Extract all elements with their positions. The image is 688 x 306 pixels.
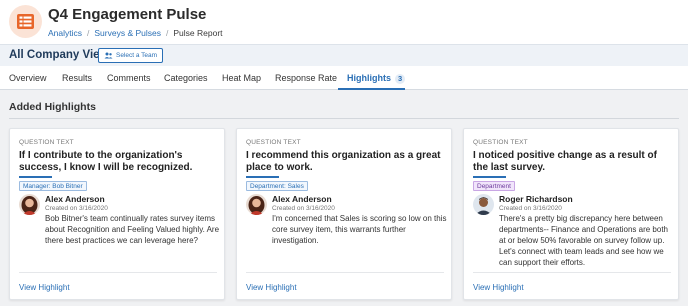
- avatar: [246, 194, 267, 215]
- highlight-card: QUESTION TEXT I noticed positive change …: [463, 128, 679, 300]
- select-team-button[interactable]: Select a Team: [98, 48, 164, 63]
- created-date: Created on 3/16/2020: [499, 205, 562, 212]
- page-title: Q4 Engagement Pulse: [48, 6, 207, 23]
- view-highlight-link[interactable]: View Highlight: [473, 283, 524, 292]
- filter-tag: Department: Sales: [246, 181, 308, 191]
- view-highlight-link[interactable]: View Highlight: [246, 283, 297, 292]
- card-divider: [246, 272, 444, 273]
- author-name: Alex Anderson: [45, 194, 105, 204]
- breadcrumb: Analytics / Surveys & Pulses / Pulse Rep…: [48, 28, 223, 38]
- tab-results[interactable]: Results: [62, 73, 92, 83]
- question-text: If I contribute to the organization's su…: [19, 150, 193, 173]
- filter-tag: Manager: Bob Bitner: [19, 181, 87, 191]
- tab-response-rate[interactable]: Response Rate: [275, 73, 337, 83]
- section-title: Added Highlights: [9, 101, 96, 113]
- tab-bar: Overview Results Comments Categories Hea…: [0, 66, 688, 90]
- question-underline: [19, 176, 52, 178]
- highlights-count-badge: 3: [395, 74, 406, 84]
- author-name: Alex Anderson: [272, 194, 332, 204]
- tab-highlights-label: Highlights: [347, 73, 391, 83]
- question-underline: [246, 176, 279, 178]
- tab-heat-map[interactable]: Heat Map: [222, 73, 261, 83]
- question-label: QUESTION TEXT: [246, 139, 301, 146]
- view-highlight-link[interactable]: View Highlight: [19, 283, 70, 292]
- breadcrumb-analytics[interactable]: Analytics: [48, 28, 82, 38]
- breadcrumb-separator: /: [166, 28, 169, 38]
- author-name: Roger Richardson: [499, 194, 573, 204]
- card-divider: [19, 272, 217, 273]
- question-label: QUESTION TEXT: [19, 139, 74, 146]
- section-divider: [9, 118, 679, 119]
- highlight-card: QUESTION TEXT If I contribute to the org…: [9, 128, 225, 300]
- question-text: I noticed positive change as a result of…: [473, 150, 657, 173]
- select-team-label: Select a Team: [116, 52, 158, 59]
- avatar: [473, 194, 494, 215]
- highlight-comment: There's a pretty big discrepancy here be…: [499, 214, 668, 267]
- created-date: Created on 3/16/2020: [45, 205, 108, 212]
- question-underline: [473, 176, 506, 178]
- list-grid-icon: [9, 5, 42, 38]
- breadcrumb-current: Pulse Report: [173, 28, 223, 38]
- highlights-section: Added Highlights QUESTION TEXT If I cont…: [0, 90, 688, 306]
- created-date: Created on 3/16/2020: [272, 205, 335, 212]
- avatar: [19, 194, 40, 215]
- highlight-comment: I'm concerned that Sales is scoring so l…: [272, 214, 447, 245]
- card-divider: [473, 272, 671, 273]
- tab-overview[interactable]: Overview: [9, 73, 47, 83]
- view-title: All Company View: [9, 49, 109, 61]
- highlight-comment: Bob Bitner's team continually rates surv…: [45, 214, 220, 245]
- breadcrumb-separator: /: [87, 28, 90, 38]
- tab-categories[interactable]: Categories: [164, 73, 208, 83]
- question-label: QUESTION TEXT: [473, 139, 528, 146]
- page-header: Q4 Engagement Pulse Analytics / Surveys …: [0, 0, 688, 44]
- view-bar: All Company View Select a Team: [0, 44, 688, 66]
- team-icon: [104, 52, 113, 59]
- highlight-card: QUESTION TEXT I recommend this organizat…: [236, 128, 452, 300]
- tab-highlights[interactable]: Highlights 3: [347, 73, 406, 84]
- tab-comments[interactable]: Comments: [107, 73, 151, 83]
- question-text: I recommend this organization as a great…: [246, 150, 441, 173]
- breadcrumb-surveys[interactable]: Surveys & Pulses: [94, 28, 161, 38]
- filter-tag: Department: [473, 181, 515, 191]
